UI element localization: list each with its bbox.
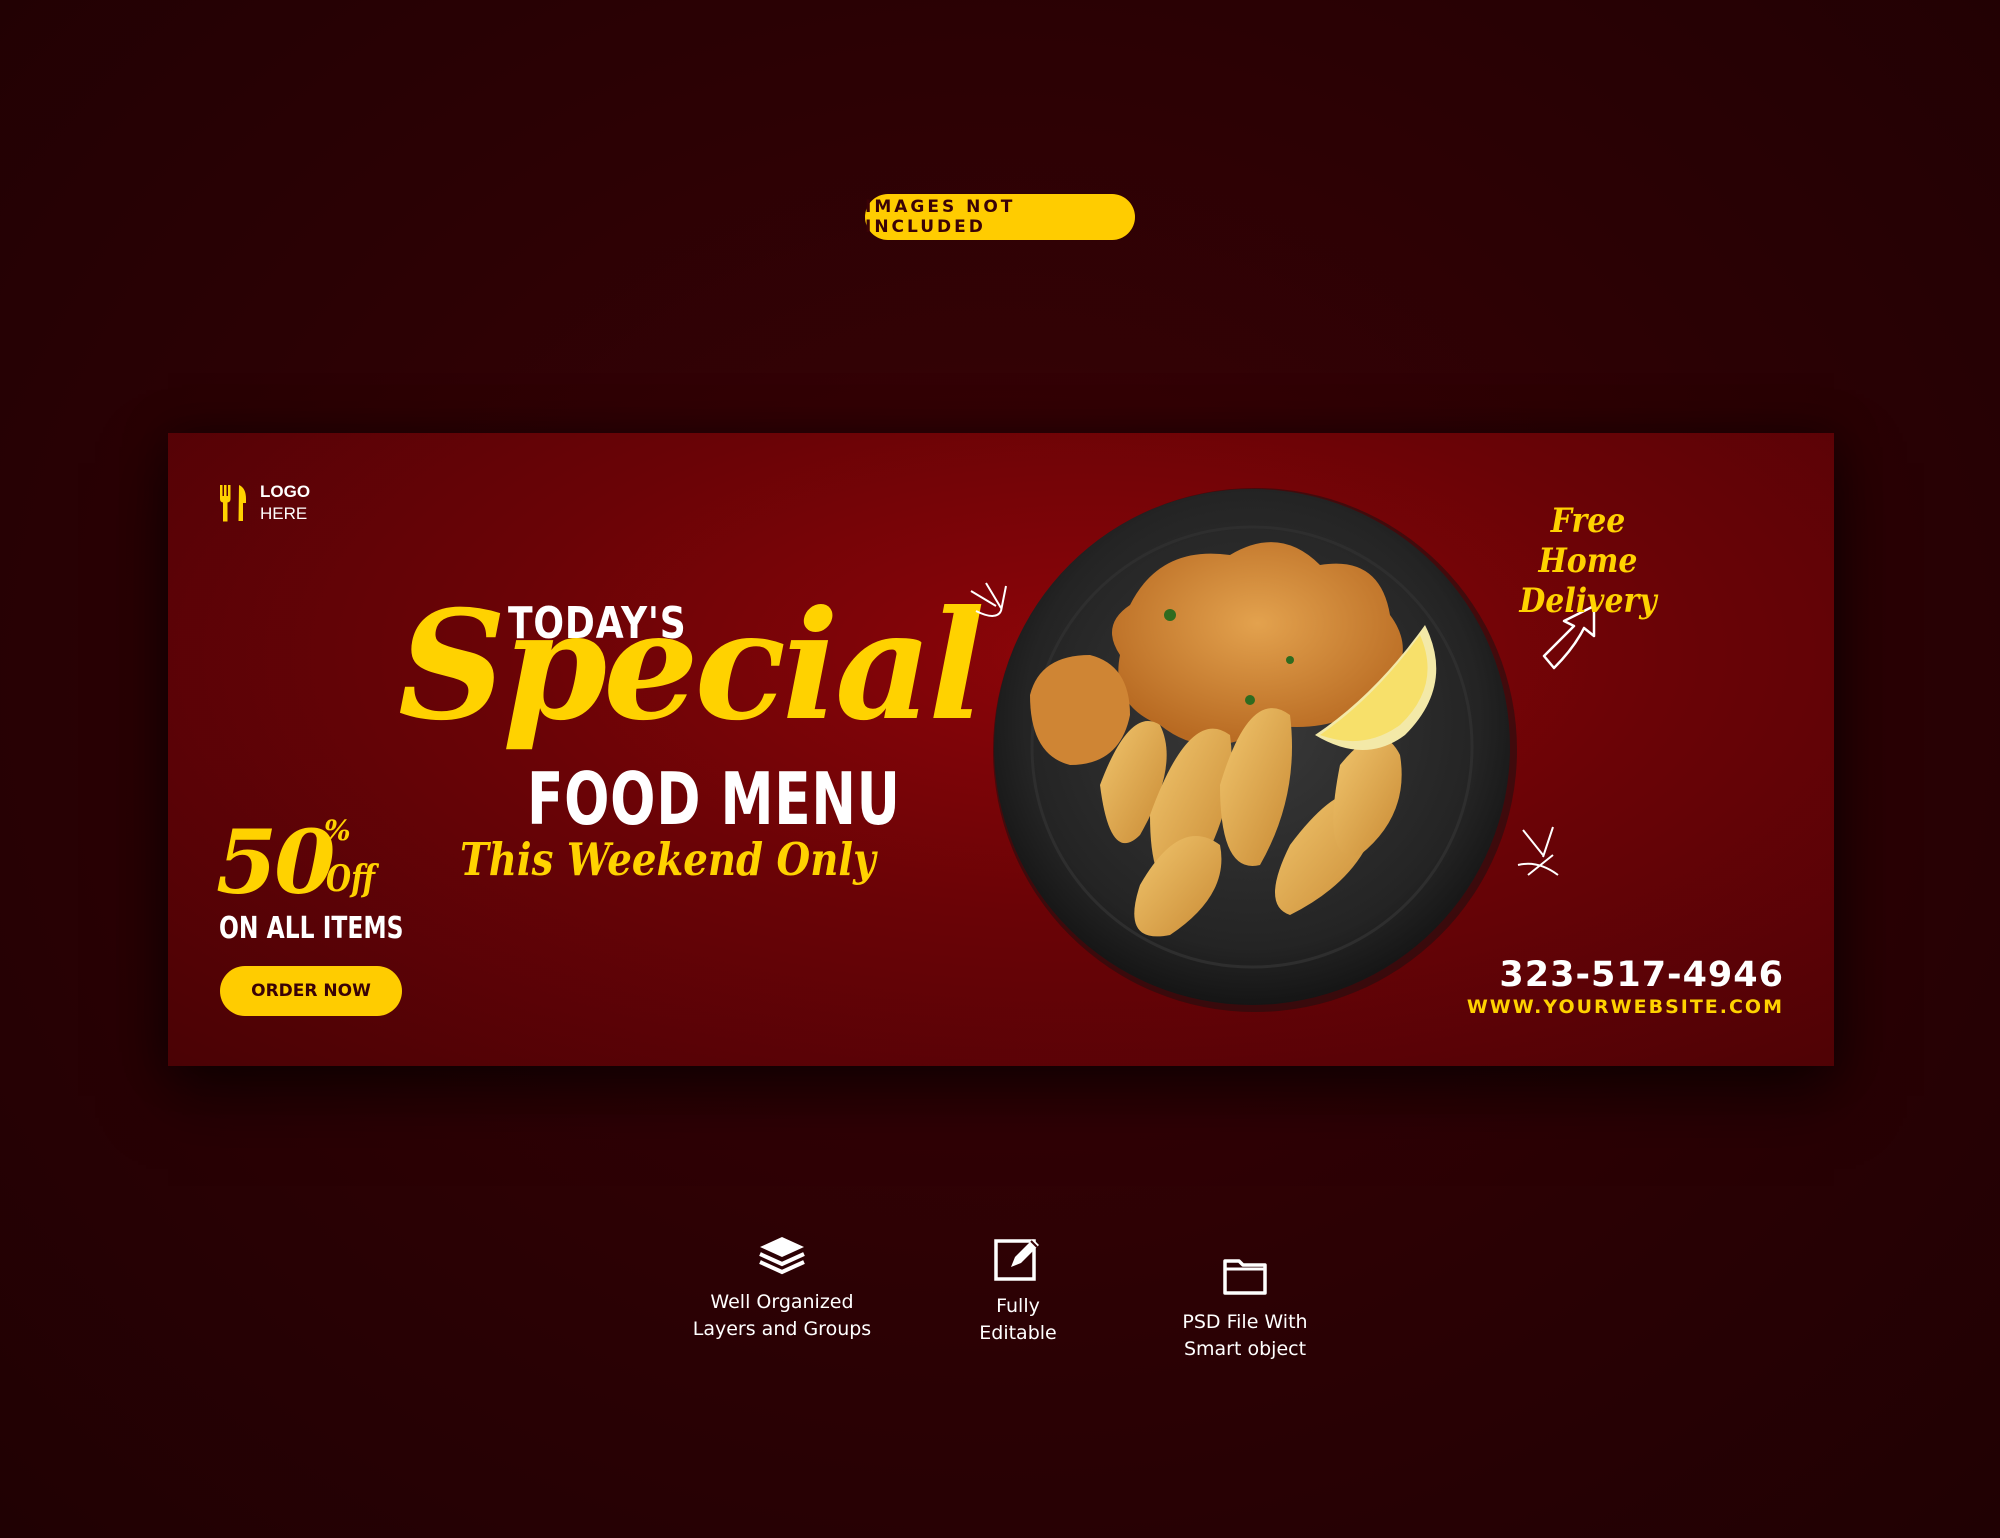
free-home-delivery: Free Home Delivery: [1513, 501, 1663, 621]
layers-icon: [759, 1237, 805, 1275]
feature-editable-line-1: Fully: [996, 1295, 1040, 1317]
sparkle-doodle-icon: [1517, 826, 1559, 876]
discount-number: 50: [216, 810, 335, 914]
sparkle-doodle-icon: [970, 582, 1007, 617]
discount-percent: %: [324, 814, 351, 847]
feature-psd-line-2: Smart object: [1183, 1338, 1307, 1360]
logo: LOGO HERE: [218, 481, 310, 525]
feature-psd: PSD File With Smart object: [1125, 1235, 1365, 1363]
headline-food-menu: FOOD MENU: [527, 757, 901, 841]
folder-icon: [1223, 1259, 1267, 1295]
phone-number: 323-517-4946: [1499, 955, 1784, 995]
order-now-button[interactable]: ORDER NOW: [220, 966, 402, 1016]
fork-spoon-icon: [220, 485, 246, 522]
feature-editable: Fully Editable: [898, 1235, 1138, 1347]
edit-icon: [994, 1239, 1039, 1281]
feature-psd-line-1: PSD File With: [1182, 1311, 1308, 1333]
discount-off: Off: [326, 858, 375, 900]
delivery-line-1: Free Home: [1538, 501, 1638, 581]
food-menu-banner: LOGO HERE Special TODAY'S FOOD MENU This…: [168, 433, 1834, 1066]
feature-layers-line-2: Layers and Groups: [692, 1318, 872, 1340]
logo-line-2: HERE: [260, 504, 308, 523]
headline-weekend-only: This Weekend Only: [460, 833, 876, 886]
images-not-included-badge: IMAGES NOT INCLUDED: [865, 194, 1135, 240]
discount-all-items: ON ALL ITEMS: [219, 911, 404, 946]
feature-layers: Well Organized Layers and Groups: [662, 1235, 902, 1343]
feature-layers-line-1: Well Organized: [710, 1291, 854, 1313]
website-url: WWW.YOURWEBSITE.COM: [1466, 996, 1784, 1018]
discount-block: 50 % Off: [216, 810, 375, 914]
headline-todays: TODAY'S: [508, 598, 687, 649]
food-plate-image: [990, 485, 1520, 1015]
feature-editable-line-2: Editable: [979, 1322, 1057, 1344]
logo-line-1: LOGO: [260, 482, 311, 501]
delivery-line-2: Delivery: [1519, 581, 1657, 621]
headline-special: Special: [398, 578, 985, 754]
